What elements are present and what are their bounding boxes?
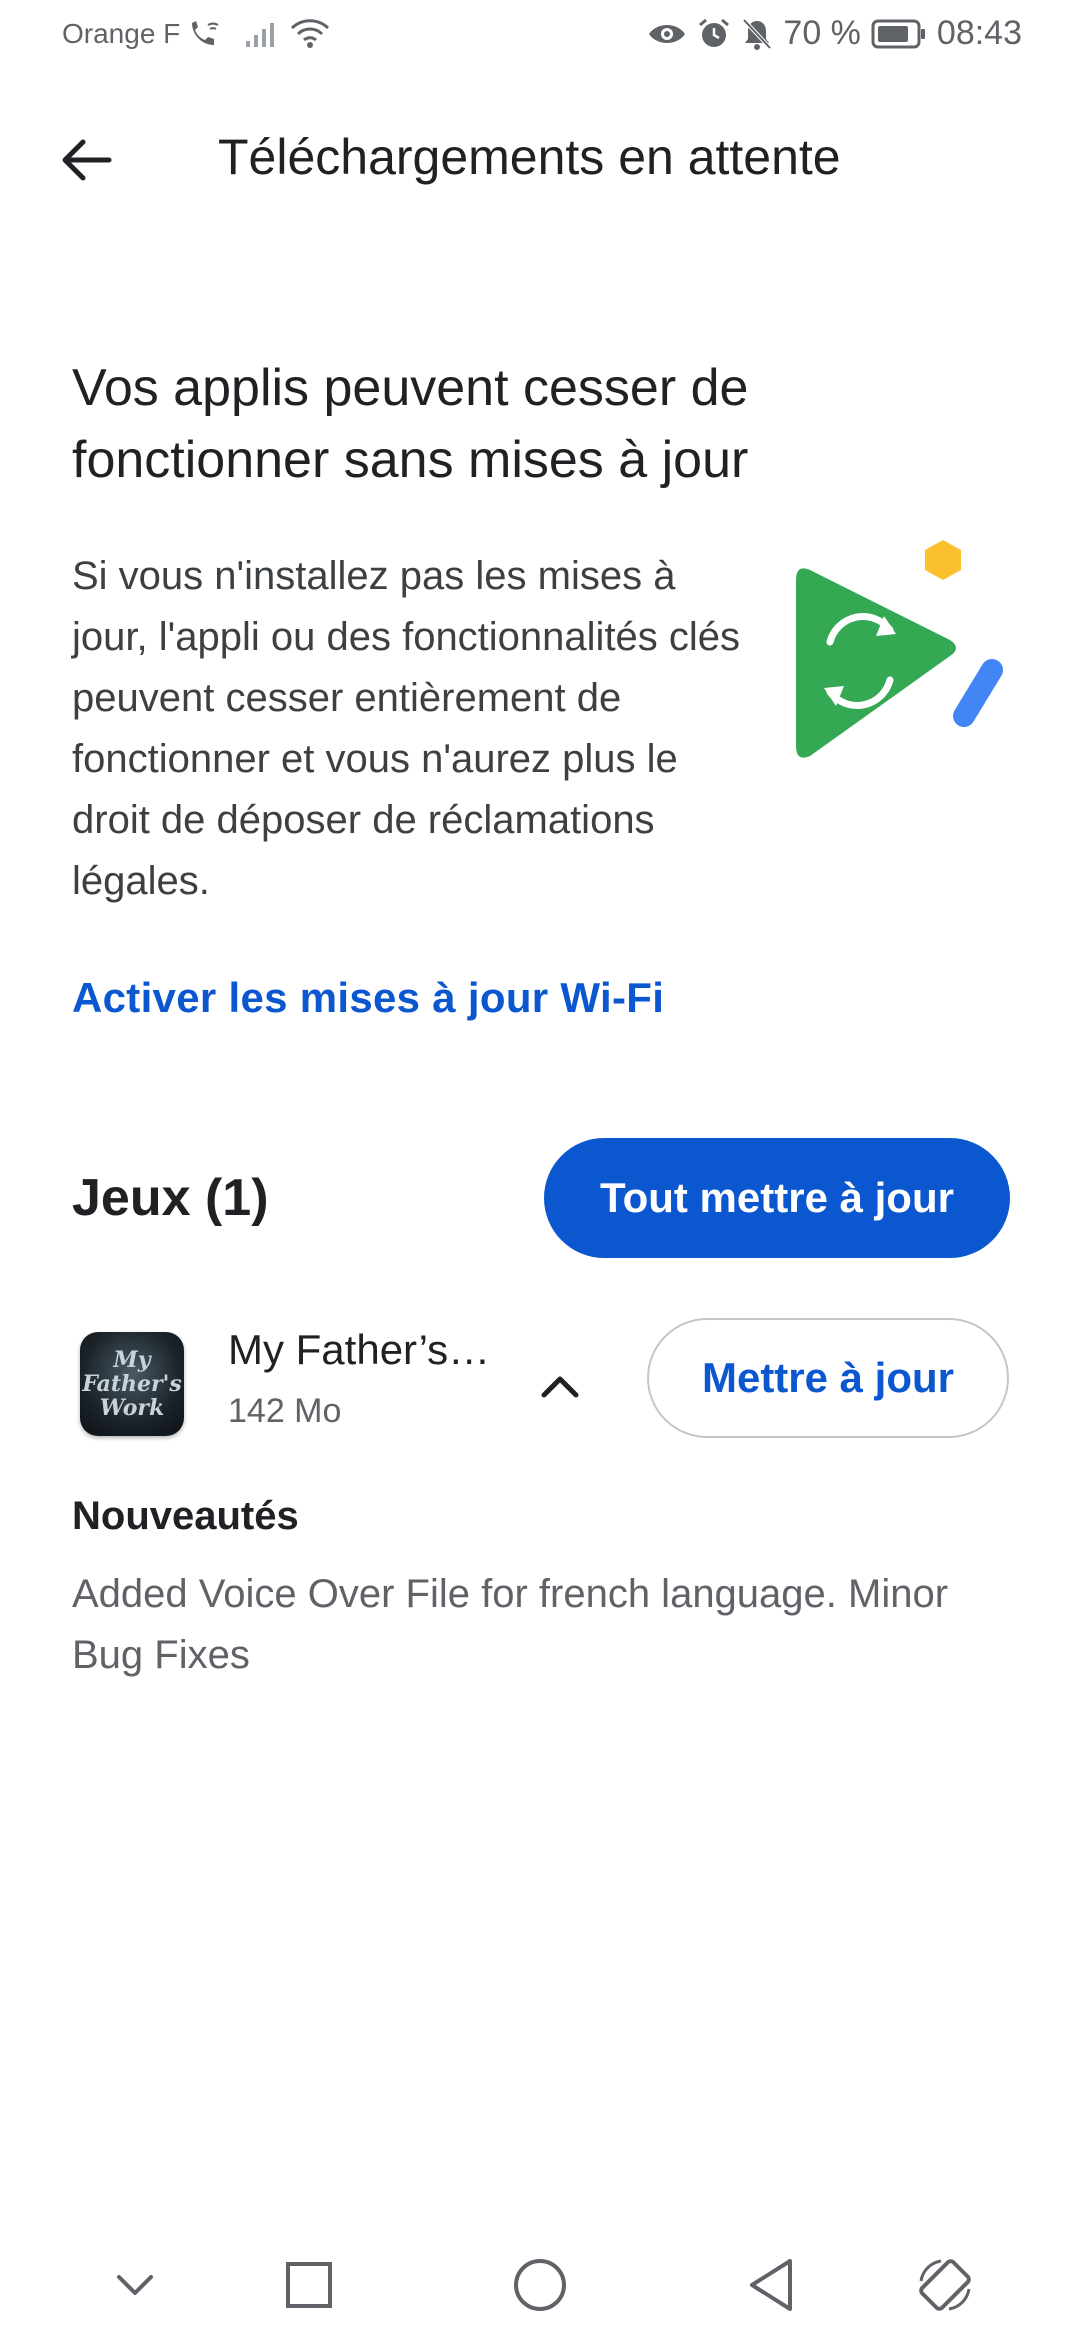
nav-rotate-button[interactable] — [900, 2240, 990, 2330]
whats-new-title: Nouveautés — [72, 1494, 299, 1538]
warning-title: Vos applis peuvent cesser de fonctionner… — [72, 359, 749, 489]
triangle-back-icon — [750, 2259, 792, 2311]
circle-icon — [514, 2259, 566, 2311]
rotate-icon — [919, 2259, 971, 2311]
collapse-details-button[interactable] — [520, 1346, 600, 1426]
nav-home-button[interactable] — [495, 2240, 585, 2330]
battery-icon — [871, 19, 925, 48]
eye-icon — [649, 24, 686, 43]
update-app-button[interactable]: Mettre à jour — [647, 1318, 1009, 1438]
whats-new-body: Added Voice Over File for french languag… — [72, 1572, 949, 1677]
app-size: 142 Mo — [228, 1392, 342, 1430]
page-title: Téléchargements en attente — [218, 129, 841, 185]
games-section-title: Jeux (1) — [72, 1169, 269, 1227]
clock: 08:43 — [936, 14, 1022, 52]
wifi-calling-icon — [192, 21, 219, 45]
nav-recents-button[interactable] — [264, 2240, 354, 2330]
app-bar: Téléchargements en attente — [0, 100, 1080, 220]
alarm-icon — [699, 18, 730, 47]
hexagon-shape — [925, 540, 961, 580]
update-illustration — [796, 540, 1003, 758]
play-triangle-shape — [796, 568, 956, 758]
status-right: 70 % 08:43 — [647, 14, 1022, 53]
signal-icon — [246, 23, 275, 47]
battery-percentage: 70 % — [783, 14, 861, 52]
arrow-back-icon — [62, 139, 112, 181]
square-icon — [286, 2262, 332, 2308]
warning-body: Si vous n'installez pas les mises à jour… — [72, 554, 741, 903]
nav-dismiss-button[interactable] — [90, 2240, 180, 2330]
blue-stroke-shape — [953, 659, 1003, 727]
app-icon: My Father's Work — [80, 1332, 184, 1436]
nav-back-button[interactable] — [726, 2240, 816, 2330]
bell-off-icon — [742, 18, 772, 50]
status-bar: Orange F 70 % 08:43 — [0, 0, 1080, 80]
back-button[interactable] — [40, 122, 130, 198]
carrier-name: Orange F — [62, 18, 181, 49]
status-left: Orange F — [62, 18, 330, 50]
app-name: My Father’s… — [228, 1326, 491, 1373]
chevron-up-icon — [541, 1376, 579, 1398]
app-icon-logo: My Father's Work — [82, 1347, 182, 1421]
system-navigation-bar — [0, 2230, 1080, 2340]
update-all-button[interactable]: Tout mettre à jour — [544, 1138, 1010, 1258]
app-list-item[interactable]: My Father's Work My Father’s… 142 Mo Met… — [0, 1318, 1080, 1448]
chevron-down-icon — [117, 2275, 153, 2295]
wifi-icon — [291, 19, 330, 48]
enable-wifi-updates-link[interactable]: Activer les mises à jour Wi-Fi — [72, 974, 664, 1022]
